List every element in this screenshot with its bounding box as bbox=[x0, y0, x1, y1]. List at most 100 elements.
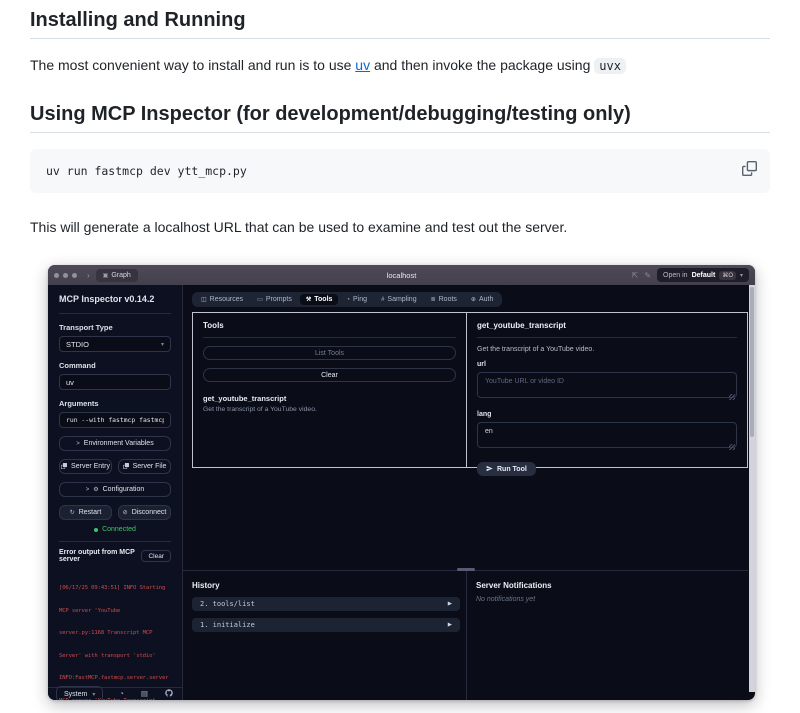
clear-tools-button[interactable]: Clear bbox=[203, 368, 456, 382]
app-title: MCP Inspector v0.14.2 bbox=[59, 285, 171, 314]
server-file-label: Server File bbox=[133, 463, 167, 470]
open-target-label: Default bbox=[692, 272, 716, 279]
log-line: [06/17/25 09:43:51] INFO Starting bbox=[59, 585, 171, 593]
log-line: MCP server 'YouTube bbox=[59, 608, 171, 616]
traffic-light-icon[interactable] bbox=[63, 273, 68, 278]
address-url[interactable]: localhost bbox=[387, 271, 417, 280]
open-in-default-button[interactable]: Open in Default ⌘O ▾ bbox=[657, 268, 749, 282]
history-row[interactable]: 2. tools/list ▶ bbox=[192, 597, 460, 611]
chrome-right-controls: ⇱ ✎ Open in Default ⌘O ▾ bbox=[632, 268, 749, 282]
history-row[interactable]: 1. initialize ▶ bbox=[192, 618, 460, 632]
history-item-label: 2. tools/list bbox=[200, 600, 255, 608]
copy-code-button[interactable] bbox=[739, 158, 760, 182]
tab-roots[interactable]: ≣Roots bbox=[425, 294, 463, 305]
configuration-label: Configuration bbox=[103, 486, 145, 493]
sidebar-footer: System ▾ ◔ ▤ bbox=[48, 687, 182, 700]
tab-label: Roots bbox=[439, 296, 457, 303]
tab-label: Resources bbox=[210, 296, 243, 303]
intro-paragraph: The most convenient way to install and r… bbox=[30, 55, 770, 76]
mcp-inspector-screenshot: › ▣ Graph localhost ⇱ ✎ Open in Default … bbox=[48, 265, 755, 700]
tab-label: Auth bbox=[479, 296, 493, 303]
history-header: History bbox=[192, 581, 460, 590]
prompts-icon: ▭ bbox=[257, 296, 263, 303]
tool-detail-header: get_youtube_transcript bbox=[477, 321, 737, 338]
error-output-header: Error output from MCP server bbox=[59, 549, 141, 563]
github-icon[interactable] bbox=[165, 689, 173, 699]
tool-list-item[interactable]: get_youtube_transcript bbox=[203, 394, 456, 403]
tab-resources[interactable]: ◫Resources bbox=[195, 294, 249, 305]
share-icon[interactable]: ⇱ bbox=[632, 271, 639, 280]
tab-ping[interactable]: ◔Ping bbox=[340, 294, 373, 305]
history-panel: History 2. tools/list ▶ 1. initialize ▶ bbox=[192, 581, 460, 632]
configuration-button[interactable]: > ⚙ Configuration bbox=[59, 482, 171, 497]
tab-label: Ping bbox=[353, 296, 367, 303]
lang-field-label: lang bbox=[477, 411, 737, 418]
archive-icon[interactable]: ▤ bbox=[141, 690, 148, 698]
url-field-label: url bbox=[477, 361, 737, 368]
server-entry-button[interactable]: Server Entry bbox=[59, 459, 112, 474]
tab-sampling[interactable]: #Sampling bbox=[375, 294, 423, 305]
server-file-button[interactable]: Server File bbox=[118, 459, 171, 474]
inspector-tab-bar: ◫Resources ▭Prompts ⚒Tools ◔Ping #Sampli… bbox=[192, 292, 502, 307]
clock-icon[interactable]: ◔ bbox=[119, 690, 124, 698]
tab-auth[interactable]: ⊕Auth bbox=[465, 294, 499, 305]
theme-select-value: System bbox=[64, 691, 87, 698]
notifications-empty-text: No notifications yet bbox=[476, 596, 552, 603]
theme-select[interactable]: System ▾ bbox=[56, 686, 103, 700]
copy-icon bbox=[123, 463, 129, 471]
tab-pill[interactable]: ▣ Graph bbox=[96, 269, 138, 282]
send-icon bbox=[486, 465, 493, 474]
status-label: Connected bbox=[102, 526, 136, 533]
disconnect-button[interactable]: ⊘ Disconnect bbox=[118, 505, 171, 520]
transport-type-value: STDIO bbox=[66, 340, 89, 349]
list-tools-button[interactable]: List Tools bbox=[203, 346, 456, 360]
traffic-light-icon[interactable] bbox=[54, 273, 59, 278]
connection-status: Connected bbox=[59, 526, 171, 533]
code-block: uv run fastmcp dev ytt_mcp.py bbox=[30, 149, 770, 193]
scrollbar-thumb[interactable] bbox=[750, 287, 754, 437]
section-heading-inspector: Using MCP Inspector (for development/deb… bbox=[30, 102, 770, 133]
log-line: INFO:FastMCP.fastmcp.server.server bbox=[59, 675, 171, 683]
arguments-label: Arguments bbox=[59, 399, 171, 408]
tools-panel-header: Tools bbox=[203, 321, 456, 338]
roots-icon: ≣ bbox=[431, 296, 436, 303]
tools-list-panel: Tools List Tools Clear get_youtube_trans… bbox=[193, 313, 467, 467]
shortcut-badge: ⌘O bbox=[719, 271, 736, 280]
tab-label: Sampling bbox=[387, 296, 416, 303]
environment-variables-button[interactable]: > Environment Variables bbox=[59, 436, 171, 451]
paragraph-text: and then invoke the package using bbox=[370, 57, 594, 73]
open-in-label: Open in bbox=[663, 272, 688, 279]
ping-icon: ◔ bbox=[346, 297, 350, 303]
log-line: Server' with transport 'stdio' bbox=[59, 653, 171, 661]
readme-page: Installing and Running The most convenie… bbox=[0, 0, 800, 713]
transport-type-select[interactable]: STDIO ▾ bbox=[59, 336, 171, 352]
run-tool-label: Run Tool bbox=[497, 466, 527, 473]
traffic-light-icon[interactable] bbox=[72, 273, 77, 278]
browser-chrome-bar: › ▣ Graph localhost ⇱ ✎ Open in Default … bbox=[48, 265, 755, 285]
transport-type-label: Transport Type bbox=[59, 323, 171, 332]
restart-button[interactable]: ↻ Restart bbox=[59, 505, 112, 520]
clear-error-button[interactable]: Clear bbox=[141, 550, 171, 562]
resources-icon: ◫ bbox=[201, 296, 207, 303]
uv-link[interactable]: uv bbox=[355, 57, 370, 73]
tab-label: Tools bbox=[314, 296, 332, 303]
run-tool-button[interactable]: Run Tool bbox=[477, 462, 536, 476]
chevron-down-icon: ▾ bbox=[92, 691, 95, 698]
expand-arrow-icon: ▶ bbox=[448, 601, 452, 607]
tab-pill-label: Graph bbox=[111, 272, 130, 279]
back-chevron-icon[interactable]: › bbox=[87, 271, 90, 280]
vertical-divider bbox=[466, 571, 467, 700]
url-input[interactable] bbox=[477, 372, 737, 398]
chevron-right-icon: > bbox=[76, 441, 80, 447]
lang-input[interactable]: en bbox=[477, 422, 737, 448]
command-label: Command bbox=[59, 361, 171, 370]
tab-prompts[interactable]: ▭Prompts bbox=[251, 294, 298, 305]
command-input[interactable] bbox=[59, 374, 171, 390]
scrollbar[interactable] bbox=[749, 285, 755, 692]
environment-variables-label: Environment Variables bbox=[84, 440, 154, 447]
tab-tools[interactable]: ⚒Tools bbox=[300, 294, 339, 305]
arguments-input[interactable] bbox=[59, 412, 171, 428]
inspector-sidebar: MCP Inspector v0.14.2 Transport Type STD… bbox=[48, 285, 183, 700]
server-notifications-panel: Server Notifications No notifications ye… bbox=[476, 581, 552, 603]
edit-icon[interactable]: ✎ bbox=[644, 271, 651, 280]
